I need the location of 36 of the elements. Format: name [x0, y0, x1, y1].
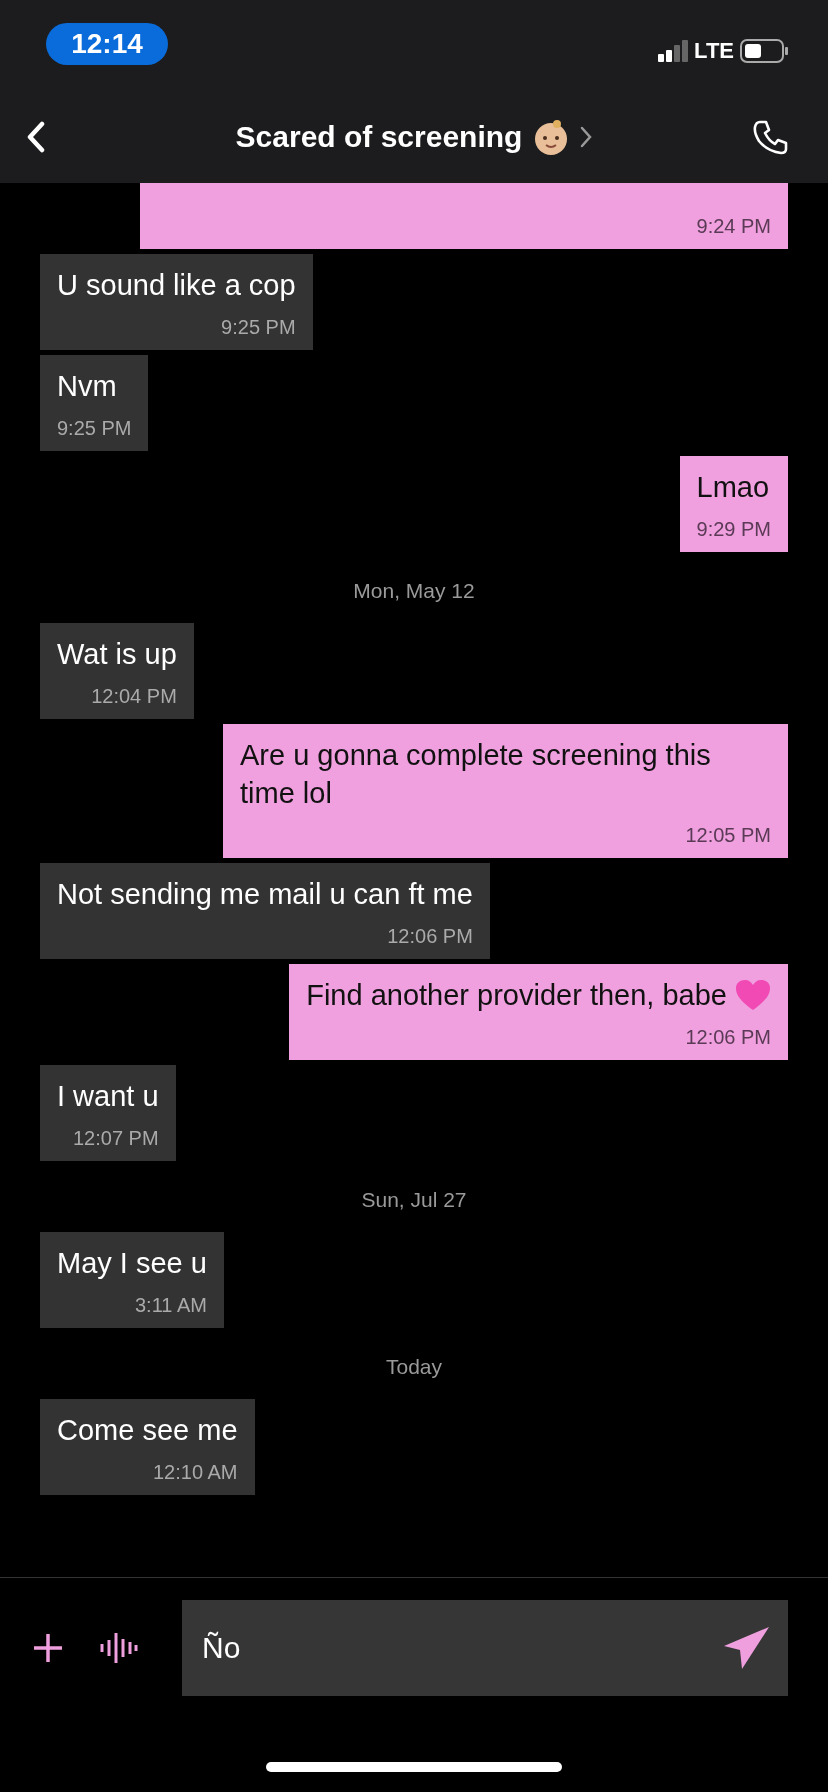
message-time: 12:05 PM	[685, 823, 771, 848]
date-separator: Mon, May 12	[352, 578, 476, 604]
date-separator: Today	[384, 1354, 443, 1380]
network-label: LTE	[694, 38, 734, 64]
voice-wave-icon[interactable]	[100, 1631, 138, 1665]
message-time: 9:25 PM	[57, 416, 132, 441]
send-icon[interactable]	[722, 1626, 770, 1670]
message-time: 9:25 PM	[221, 315, 296, 340]
battery-icon	[740, 39, 788, 63]
message-text: Wat is up	[57, 637, 177, 672]
chevron-right-icon[interactable]	[580, 125, 593, 148]
signal-icon	[658, 40, 689, 62]
message-time: 3:11 AM	[135, 1293, 207, 1318]
message-field[interactable]: Ño	[182, 1600, 788, 1696]
back-icon[interactable]	[26, 120, 46, 153]
message-text: Not sending me mail u can ft me	[57, 877, 473, 912]
message-text: Nvm	[57, 369, 117, 404]
status-time: 12:14	[46, 23, 168, 65]
plus-icon[interactable]	[32, 1632, 64, 1664]
message-time: 12:06 PM	[685, 1025, 771, 1050]
chat-title[interactable]: Scared of screening	[235, 119, 523, 154]
message-time: 9:29 PM	[696, 517, 771, 542]
message-text: Find another provider then, babe	[306, 978, 727, 1013]
message-text: Are u gonna complete screening this time lol	[240, 738, 712, 811]
message-time: 12:07 PM	[72, 1126, 159, 1151]
message-text: U sound like a cop	[57, 268, 296, 303]
message-text: May I see u	[57, 1246, 207, 1281]
phone-icon[interactable]	[752, 118, 788, 155]
message-text: Come see me	[57, 1413, 238, 1448]
date-separator: Sun, Jul 27	[360, 1187, 468, 1213]
message-text: Lmao	[696, 470, 770, 505]
message-time: 12:06 PM	[387, 924, 473, 949]
message-time: 12:10 AM	[153, 1460, 238, 1485]
message-time: 9:24 PM	[696, 214, 771, 239]
message-text: I want u	[57, 1079, 159, 1114]
message-time: 12:04 PM	[91, 684, 177, 709]
